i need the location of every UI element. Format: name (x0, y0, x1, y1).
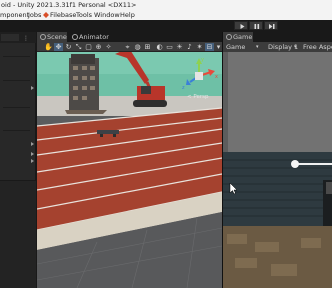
chevron-down-icon: ▾ (256, 44, 259, 50)
scene-tab-bar: Scene Animator (37, 32, 222, 42)
window-title-bar: oid - Unity 2021.3.31f1 Personal <DX11> (0, 0, 332, 10)
move-tool-icon[interactable]: ✥ (54, 43, 63, 51)
menu-bar: mponent Jobs Filebase Tools Window Help (0, 10, 332, 20)
snap-icon[interactable]: ⊞ (143, 43, 152, 51)
menu-help[interactable]: Help (120, 10, 135, 20)
hierarchy-row[interactable] (3, 56, 30, 57)
pivot-toggle-icon[interactable]: ⌖ (123, 43, 132, 51)
animator-icon (72, 34, 78, 40)
tab-game[interactable]: Game (223, 32, 253, 42)
tab-scene-label: Scene (47, 33, 67, 41)
persp-label[interactable]: < Persp (187, 94, 209, 100)
play-icon (240, 24, 245, 29)
audio-icon[interactable]: ♪ (185, 43, 194, 51)
play-button[interactable] (234, 21, 248, 30)
lighting-icon[interactable]: ☀ (175, 43, 184, 51)
hierarchy-panel: ⋮ (0, 32, 36, 288)
custom-tool-icon[interactable]: ✧ (104, 43, 113, 51)
menu-window[interactable]: Window (94, 10, 120, 20)
draw-mode-icon[interactable]: ◐ (155, 43, 164, 51)
gizmo-z-label: z (182, 85, 185, 91)
foldout-arrow-icon[interactable] (31, 86, 34, 90)
scene-toolbar: ✋ ✥ ↻ ⤡ ▢ ⊕ ✧ ⌖ ◍ ⊞ ◐ ▭ ☀ ♪ ✶ ⊟ ▾ (37, 42, 222, 52)
pause-button[interactable] (249, 21, 263, 30)
tab-animator[interactable]: Animator (69, 32, 109, 42)
gizmos-icon[interactable]: ⊟ (205, 43, 214, 51)
hierarchy-menu-icon[interactable]: ⋮ (23, 35, 29, 42)
tab-animator-label: Animator (79, 33, 109, 41)
game-toolbar: Game ▾ Display 1 ▾ Free Aspect (223, 42, 332, 52)
gizmo-x-label: x (215, 74, 218, 80)
gizmo-y-label: y (201, 57, 204, 63)
scene-view[interactable]: y x z < Persp (37, 52, 222, 288)
hierarchy-row[interactable] (3, 80, 30, 81)
2d-toggle-icon[interactable]: ▭ (165, 43, 174, 51)
global-toggle-icon[interactable]: ◍ (133, 43, 142, 51)
chevron-down-icon: ▾ (294, 44, 297, 50)
game-icon (226, 34, 232, 40)
game-slider-handle[interactable] (291, 160, 299, 168)
hierarchy-header: ⋮ (0, 32, 36, 43)
effects-icon[interactable]: ✶ (195, 43, 204, 51)
scene-render: y x z < Persp (37, 52, 222, 288)
transform-tool-icon[interactable]: ⊕ (94, 43, 103, 51)
step-icon (269, 24, 275, 29)
hierarchy-row[interactable] (3, 107, 30, 108)
rotate-tool-icon[interactable]: ↻ (64, 43, 73, 51)
foldout-arrow-icon[interactable] (31, 142, 34, 146)
aspect-dropdown[interactable]: Free Aspect (303, 42, 332, 52)
menu-jobs[interactable]: Jobs (28, 10, 41, 20)
main-toolbar (0, 20, 332, 32)
game-tab-bar: Game (223, 32, 332, 42)
game-mode-dropdown[interactable]: Game (226, 42, 245, 52)
step-button[interactable] (264, 21, 278, 30)
tab-game-label: Game (233, 33, 253, 41)
menu-tools[interactable]: Tools (76, 10, 92, 20)
hand-tool-icon[interactable]: ✋ (44, 43, 53, 51)
game-render (223, 52, 332, 288)
rect-tool-icon[interactable]: ▢ (84, 43, 93, 51)
window-title: oid - Unity 2021.3.31f1 Personal <DX11> (1, 1, 137, 9)
game-view[interactable] (223, 52, 332, 288)
pause-icon (254, 24, 260, 29)
menu-filebase[interactable]: Filebase (50, 10, 76, 20)
filebase-icon (43, 12, 49, 18)
foldout-arrow-icon[interactable] (31, 152, 34, 156)
game-wall-upper (223, 52, 332, 152)
menu-component[interactable]: mponent (0, 10, 29, 20)
foldout-arrow-icon[interactable] (31, 159, 34, 163)
hierarchy-row[interactable] (3, 130, 30, 131)
hash-icon (40, 34, 46, 40)
scale-tool-icon[interactable]: ⤡ (74, 43, 83, 51)
tab-scene[interactable]: Scene (37, 32, 67, 42)
project-panel (0, 180, 36, 288)
